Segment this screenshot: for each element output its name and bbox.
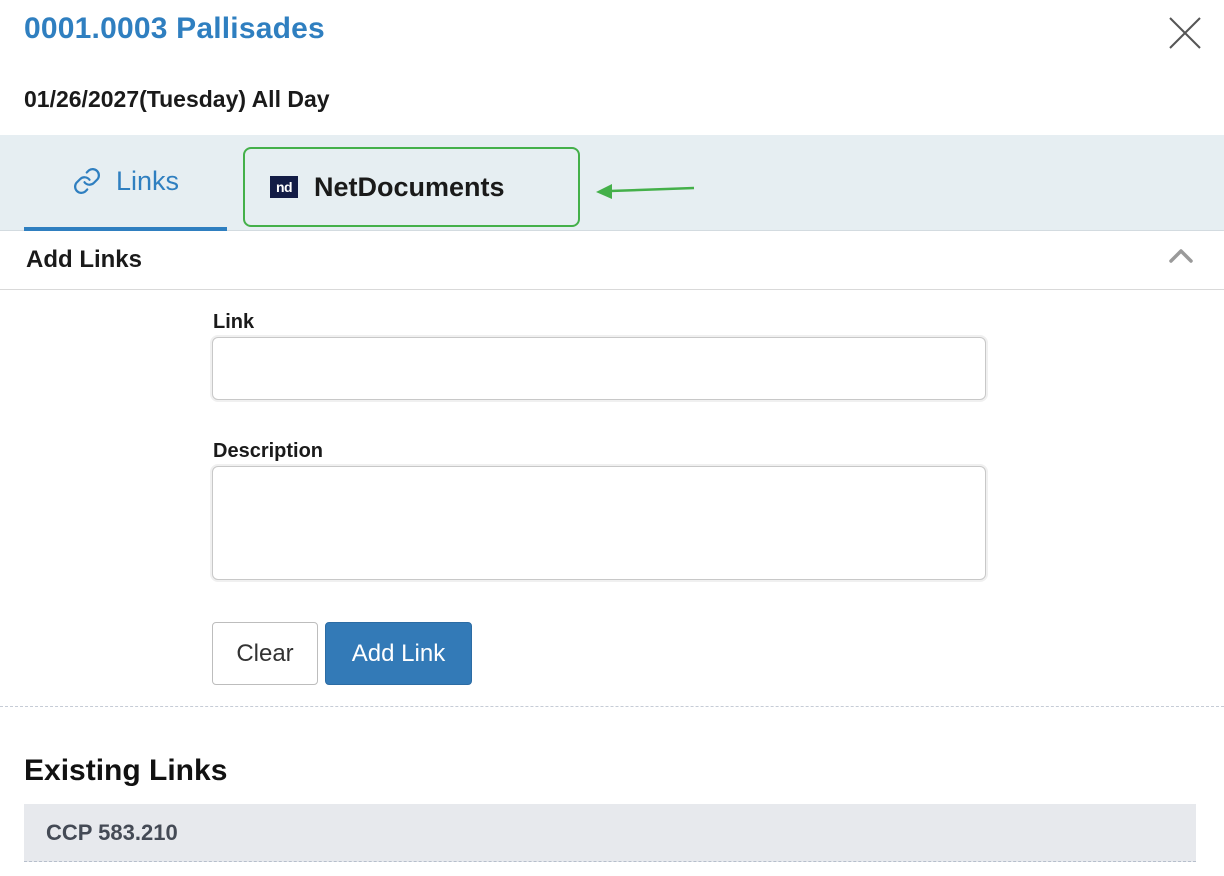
link-icon [73,168,100,194]
existing-links-title: Existing Links [24,754,228,787]
description-input[interactable] [212,466,986,580]
annotation-arrow-icon [596,184,695,199]
add-link-button[interactable]: Add Link [325,622,472,685]
clear-button[interactable]: Clear [212,622,318,685]
section-title: Add Links [26,246,143,273]
page-title: 0001.0003 Pallisades [24,12,325,45]
tab-netdocuments[interactable]: nd NetDocuments [243,147,580,227]
close-button[interactable] [1166,14,1204,52]
existing-link-label: CCP 583.210 [46,819,178,845]
event-date: 01/26/2027(Tuesday) All Day [24,86,330,112]
link-label: Link [213,311,255,333]
tab-links[interactable]: Links [24,135,227,231]
tab-netdocuments-label: NetDocuments [314,171,505,202]
netdocuments-logo: nd [270,176,298,198]
close-icon [1169,17,1201,49]
link-input[interactable] [212,337,986,400]
tab-links-label: Links [115,165,180,196]
existing-link-item[interactable]: CCP 583.210 [24,804,1196,862]
add-links-header[interactable]: Add Links [0,232,1224,290]
divider [0,706,1224,707]
chevron-up-icon[interactable] [1168,246,1194,264]
description-label: Description [213,440,324,462]
link-dialog: 0001.0003 Pallisades 01/26/2027(Tuesday)… [0,0,1224,876]
